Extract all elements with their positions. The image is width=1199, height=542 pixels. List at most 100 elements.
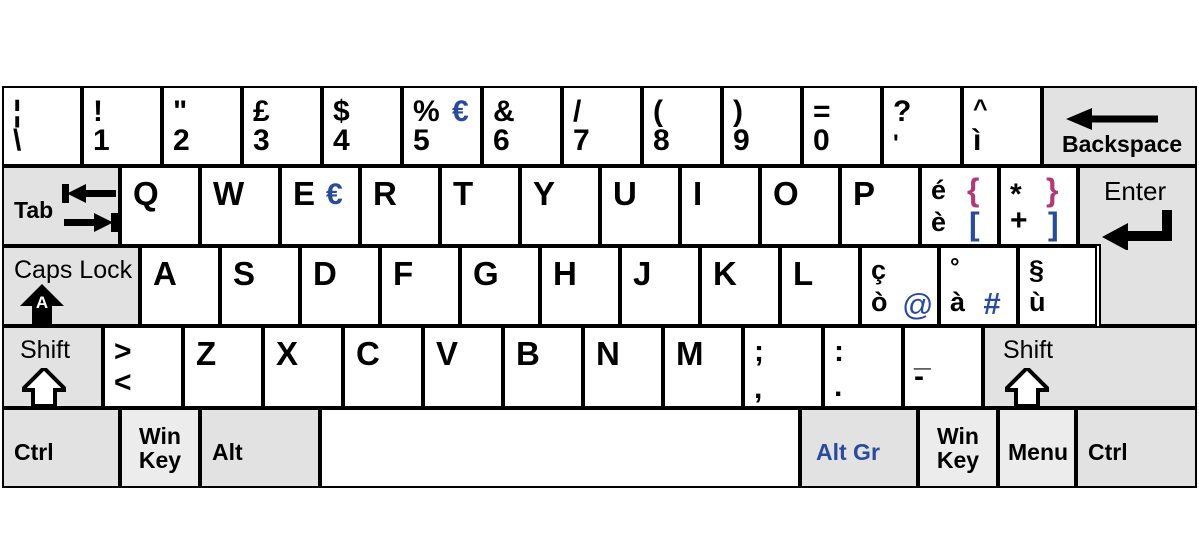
key-legend-shifted: £ [253,95,270,128]
key-7[interactable]: / 7 [562,86,642,166]
key-m[interactable]: M [663,326,743,408]
key-o[interactable]: O [760,166,840,246]
key-j[interactable]: J [620,246,700,326]
keyboard-layout: ¦ \ ! 1 " 2 £ 3 $ 4 % 5 € & 6 / 7 ( 8 ) … [0,0,1199,542]
key-win-right[interactable]: Win Key [918,408,998,488]
key-bar-backslash[interactable]: ¦ \ [2,86,82,166]
key-shift-left-label: Shift [20,336,71,364]
key-g[interactable]: G [460,246,540,326]
key-c[interactable]: C [343,326,423,408]
key-question-apostrophe[interactable]: ? ' [882,86,962,166]
key-ccedilla-ograve[interactable]: ç ò @ [860,246,939,326]
key-legend-base: 3 [253,124,270,157]
key-t[interactable]: T [440,166,520,246]
key-legend-letter: V [436,335,459,372]
key-legend-altgr-brace-close: } [1046,172,1059,208]
key-v[interactable]: V [423,326,503,408]
key-legend-letter: Q [133,175,159,212]
key-h[interactable]: H [540,246,620,326]
key-6[interactable]: & 6 [482,86,562,166]
key-legend-shifted: > [114,335,132,368]
key-3[interactable]: £ 3 [242,86,322,166]
key-legend-letter: G [473,255,499,292]
key-0[interactable]: = 0 [802,86,882,166]
key-alt-gr[interactable]: Alt Gr [800,408,918,488]
enter-arrow-svg [1102,210,1172,251]
key-n[interactable]: N [583,326,663,408]
key-semicolon-comma[interactable]: ; , [743,326,823,408]
key-d[interactable]: D [300,246,380,326]
key-legend-letter: Y [533,175,556,212]
key-legend-base: 5 [413,124,430,157]
key-i[interactable]: I [680,166,760,246]
key-legend-letter: Z [196,335,217,372]
key-e[interactable]: E € [280,166,360,246]
key-legend-shifted: é [931,175,947,205]
key-legend-base: - [914,360,924,393]
key-ctrl-left[interactable]: Ctrl [2,408,120,488]
key-z[interactable]: Z [183,326,263,408]
key-q[interactable]: Q [120,166,200,246]
key-legend-base: 0 [813,124,830,157]
key-legend-shifted: % [413,95,440,128]
key-ctrl-right[interactable]: Ctrl [1076,408,1197,488]
key-legend-base: ù [1029,287,1046,317]
key-w[interactable]: W [200,166,280,246]
key-legend-letter: O [773,175,799,212]
key-y[interactable]: Y [520,166,600,246]
key-s[interactable]: S [220,246,300,326]
key-backspace-label: Backspace [1062,130,1183,157]
key-section-ugrave[interactable]: § ù [1018,246,1097,326]
key-legend-base: , [754,372,763,405]
key-legend-altgr-euro: € [326,178,343,211]
key-space[interactable] [320,408,800,488]
key-legend-shifted: " [173,95,188,128]
key-a[interactable]: A [140,246,220,326]
key-caps-lock[interactable]: Caps Lock A [2,246,140,326]
key-menu[interactable]: Menu [998,408,1076,488]
key-degree-agrave[interactable]: ° à # [939,246,1018,326]
key-p[interactable]: P [840,166,920,246]
key-shift-right[interactable]: Shift [983,326,1197,408]
key-legend-letter: R [373,175,397,212]
key-shift-left[interactable]: Shift [2,326,103,408]
key-2[interactable]: " 2 [162,86,242,166]
key-tab[interactable]: Tab [2,166,120,246]
key-ctrl-left-label: Ctrl [14,439,54,465]
key-alt-gr-label: Alt Gr [816,439,880,465]
left-arrow-svg [1066,108,1158,130]
key-legend-base: ' [893,130,899,157]
key-9[interactable]: ) 9 [722,86,802,166]
key-colon-period[interactable]: : . [823,326,903,408]
key-menu-label: Menu [1008,439,1069,465]
key-l[interactable]: L [780,246,860,326]
key-1[interactable]: ! 1 [82,86,162,166]
key-win-left[interactable]: Win Key [120,408,200,488]
key-legend-letter: X [276,335,299,372]
key-5[interactable]: % 5 € [402,86,482,166]
caps-lock-arrow-icon: A [20,284,64,324]
key-legend-letter: A [153,255,177,292]
key-u[interactable]: U [600,166,680,246]
key-f[interactable]: F [380,246,460,326]
key-x[interactable]: X [263,326,343,408]
key-k[interactable]: K [700,246,780,326]
key-legend-letter: L [793,255,814,292]
key-underscore-hyphen[interactable]: _ - [903,326,983,408]
key-b[interactable]: B [503,326,583,408]
caps-lock-arrow-svg: A [20,284,64,324]
svg-text:A: A [36,293,48,312]
key-4[interactable]: $ 4 [322,86,402,166]
key-legend-base: 2 [173,124,190,157]
key-r[interactable]: R [360,166,440,246]
key-backspace[interactable]: Backspace [1042,86,1197,166]
key-legend-altgr-hash: # [983,286,1001,321]
key-alt[interactable]: Alt [200,408,320,488]
key-legend-shifted: ¦ [13,95,22,128]
key-8[interactable]: ( 8 [642,86,722,166]
key-greater-less[interactable]: > < [103,326,183,408]
key-circumflex-igrave[interactable]: ^ ì [962,86,1042,166]
key-asterisk-plus[interactable]: * + } ] [999,166,1078,246]
key-eacute-egrave[interactable]: é è { [ [920,166,999,246]
key-legend-letter: P [853,175,876,212]
